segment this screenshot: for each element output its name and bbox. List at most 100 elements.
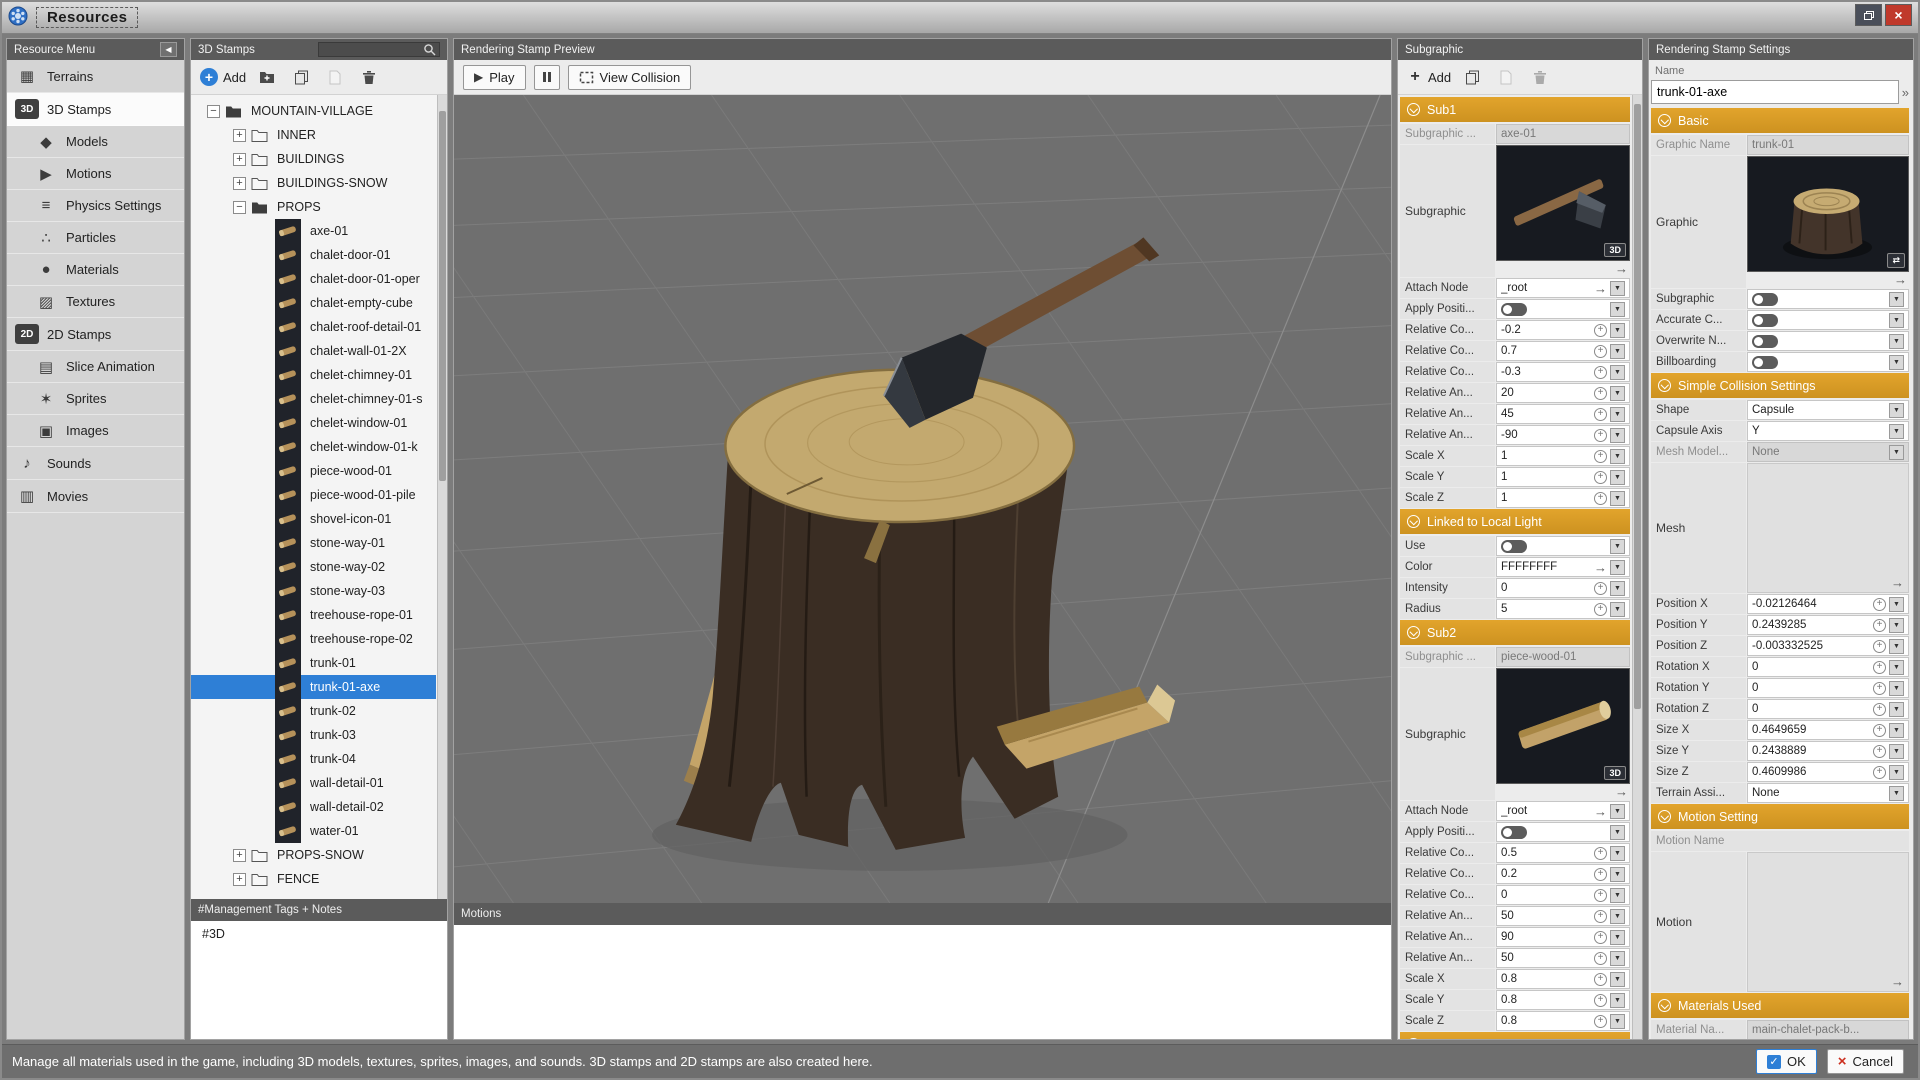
property-value[interactable] xyxy=(1747,331,1909,351)
add-stamp-button[interactable]: + Add xyxy=(200,68,246,86)
tree-row[interactable]: PROPS-SNOW xyxy=(191,843,436,867)
property-value[interactable]: 45 xyxy=(1496,404,1630,424)
dropdown-icon[interactable] xyxy=(1610,951,1625,966)
tree-row[interactable]: piece-wood-01 xyxy=(191,459,436,483)
property-value[interactable]: _root xyxy=(1496,801,1630,821)
stepper-icon[interactable] xyxy=(1873,724,1886,737)
tree-row[interactable]: piece-wood-01-pile xyxy=(191,483,436,507)
property-value[interactable]: 0.2 xyxy=(1496,864,1630,884)
property-value[interactable]: 0.5 xyxy=(1496,843,1630,863)
property-value[interactable]: Capsule xyxy=(1747,400,1909,420)
new-folder-button[interactable] xyxy=(254,65,280,89)
dropdown-icon[interactable] xyxy=(1610,560,1625,575)
dropdown-icon[interactable] xyxy=(1889,639,1904,654)
resource-menu-item[interactable]: ≡ Physics Settings xyxy=(7,190,184,222)
dropdown-icon[interactable] xyxy=(1889,786,1904,801)
dropdown-icon[interactable] xyxy=(1889,681,1904,696)
stepper-icon[interactable] xyxy=(1594,492,1607,505)
dropdown-icon[interactable] xyxy=(1610,470,1625,485)
open-detail-arrow-icon[interactable] xyxy=(1615,261,1630,277)
dropdown-icon[interactable] xyxy=(1889,744,1904,759)
tree-row[interactable]: BUILDINGS-SNOW xyxy=(191,171,436,195)
dropdown-icon[interactable] xyxy=(1610,825,1625,840)
stepper-icon[interactable] xyxy=(1873,619,1886,632)
name-input[interactable] xyxy=(1651,80,1899,104)
stepper-icon[interactable] xyxy=(1594,450,1607,463)
tree-row[interactable]: chelet-window-01-k xyxy=(191,435,436,459)
expander-icon[interactable] xyxy=(233,849,246,862)
tree-row[interactable]: MOUNTAIN-VILLAGE xyxy=(191,99,436,123)
property-value[interactable] xyxy=(1496,299,1630,319)
dropdown-icon[interactable] xyxy=(1610,846,1625,861)
resource-menu-item[interactable]: ▣ Images xyxy=(7,415,184,447)
stepper-icon[interactable] xyxy=(1594,868,1607,881)
dropdown-icon[interactable] xyxy=(1610,930,1625,945)
stepper-icon[interactable] xyxy=(1594,847,1607,860)
stepper-icon[interactable] xyxy=(1594,471,1607,484)
dropdown-icon[interactable] xyxy=(1889,313,1904,328)
property-value[interactable]: -0.2 xyxy=(1496,320,1630,340)
dropdown-icon[interactable] xyxy=(1610,539,1625,554)
expander-icon[interactable] xyxy=(233,177,246,190)
toggle-switch[interactable] xyxy=(1501,540,1527,553)
tree-row[interactable]: chelet-chimney-01-s xyxy=(191,387,436,411)
property-value[interactable]: 50 xyxy=(1496,906,1630,926)
property-value[interactable]: 5 xyxy=(1496,599,1630,619)
stepper-icon[interactable] xyxy=(1594,1015,1607,1028)
property-value[interactable]: FFFFFFFF xyxy=(1496,557,1630,577)
tree-row[interactable]: trunk-02 xyxy=(191,699,436,723)
stamps-search-input[interactable] xyxy=(322,44,419,55)
3d-viewport[interactable] xyxy=(454,95,1391,903)
stepper-icon[interactable] xyxy=(1594,324,1607,337)
section-header-light[interactable]: Linked to Local Light xyxy=(1400,509,1630,534)
tree-row[interactable]: chalet-empty-cube xyxy=(191,291,436,315)
view-collision-button[interactable]: View Collision xyxy=(568,65,692,90)
stepper-icon[interactable] xyxy=(1594,931,1607,944)
ok-button[interactable]: OK xyxy=(1756,1049,1817,1074)
stepper-icon[interactable] xyxy=(1594,994,1607,1007)
resource-menu-item[interactable]: ▤ Slice Animation xyxy=(7,351,184,383)
tree-row[interactable]: trunk-01 xyxy=(191,651,436,675)
tree-row[interactable]: chelet-chimney-01 xyxy=(191,363,436,387)
dropdown-icon[interactable] xyxy=(1610,888,1625,903)
dropdown-icon[interactable] xyxy=(1889,445,1904,460)
dropdown-icon[interactable] xyxy=(1610,993,1625,1008)
property-value[interactable]: -90 xyxy=(1496,425,1630,445)
dropdown-icon[interactable] xyxy=(1610,407,1625,422)
subgraphic-scrollbar[interactable] xyxy=(1632,95,1642,1039)
property-value[interactable]: 0.4609986 xyxy=(1747,762,1909,782)
play-button[interactable]: ▶ Play xyxy=(463,65,526,90)
tree-row[interactable]: water-01 xyxy=(191,819,436,843)
motion-area[interactable] xyxy=(1747,852,1909,992)
close-button[interactable]: × xyxy=(1885,4,1912,26)
tree-row[interactable]: treehouse-rope-01 xyxy=(191,603,436,627)
dropdown-icon[interactable] xyxy=(1610,386,1625,401)
tree-row[interactable]: chalet-door-01-oper xyxy=(191,267,436,291)
open-detail-arrow-icon[interactable] xyxy=(1891,974,1904,989)
dropdown-icon[interactable] xyxy=(1610,602,1625,617)
dropdown-icon[interactable] xyxy=(1610,365,1625,380)
resource-menu-item[interactable]: 3D 3D Stamps xyxy=(7,93,184,126)
dropdown-icon[interactable] xyxy=(1610,344,1625,359)
property-value[interactable]: 0.8 xyxy=(1496,969,1630,989)
delete-subgraphic-button[interactable] xyxy=(1527,65,1553,89)
property-value[interactable]: 90 xyxy=(1496,927,1630,947)
property-value[interactable]: None xyxy=(1747,783,1909,803)
dropdown-icon[interactable] xyxy=(1889,660,1904,675)
toggle-switch[interactable] xyxy=(1752,293,1778,306)
stepper-icon[interactable] xyxy=(1594,952,1607,965)
dropdown-icon[interactable] xyxy=(1889,355,1904,370)
resource-menu-item[interactable]: ✶ Sprites xyxy=(7,383,184,415)
tree-row[interactable]: axe-01 xyxy=(191,219,436,243)
arrow-icon[interactable] xyxy=(1594,561,1607,574)
tree-row[interactable]: trunk-01-axe xyxy=(191,675,436,699)
dropdown-icon[interactable] xyxy=(1610,867,1625,882)
section-header-sub1[interactable]: Sub1 xyxy=(1400,97,1630,122)
stepper-icon[interactable] xyxy=(1873,682,1886,695)
tree-row[interactable]: trunk-03 xyxy=(191,723,436,747)
tree-row[interactable]: wall-detail-01 xyxy=(191,771,436,795)
property-value[interactable] xyxy=(1496,536,1630,556)
tree-row[interactable]: stone-way-01 xyxy=(191,531,436,555)
open-detail-arrow-icon[interactable] xyxy=(1894,272,1909,288)
dropdown-icon[interactable] xyxy=(1610,804,1625,819)
